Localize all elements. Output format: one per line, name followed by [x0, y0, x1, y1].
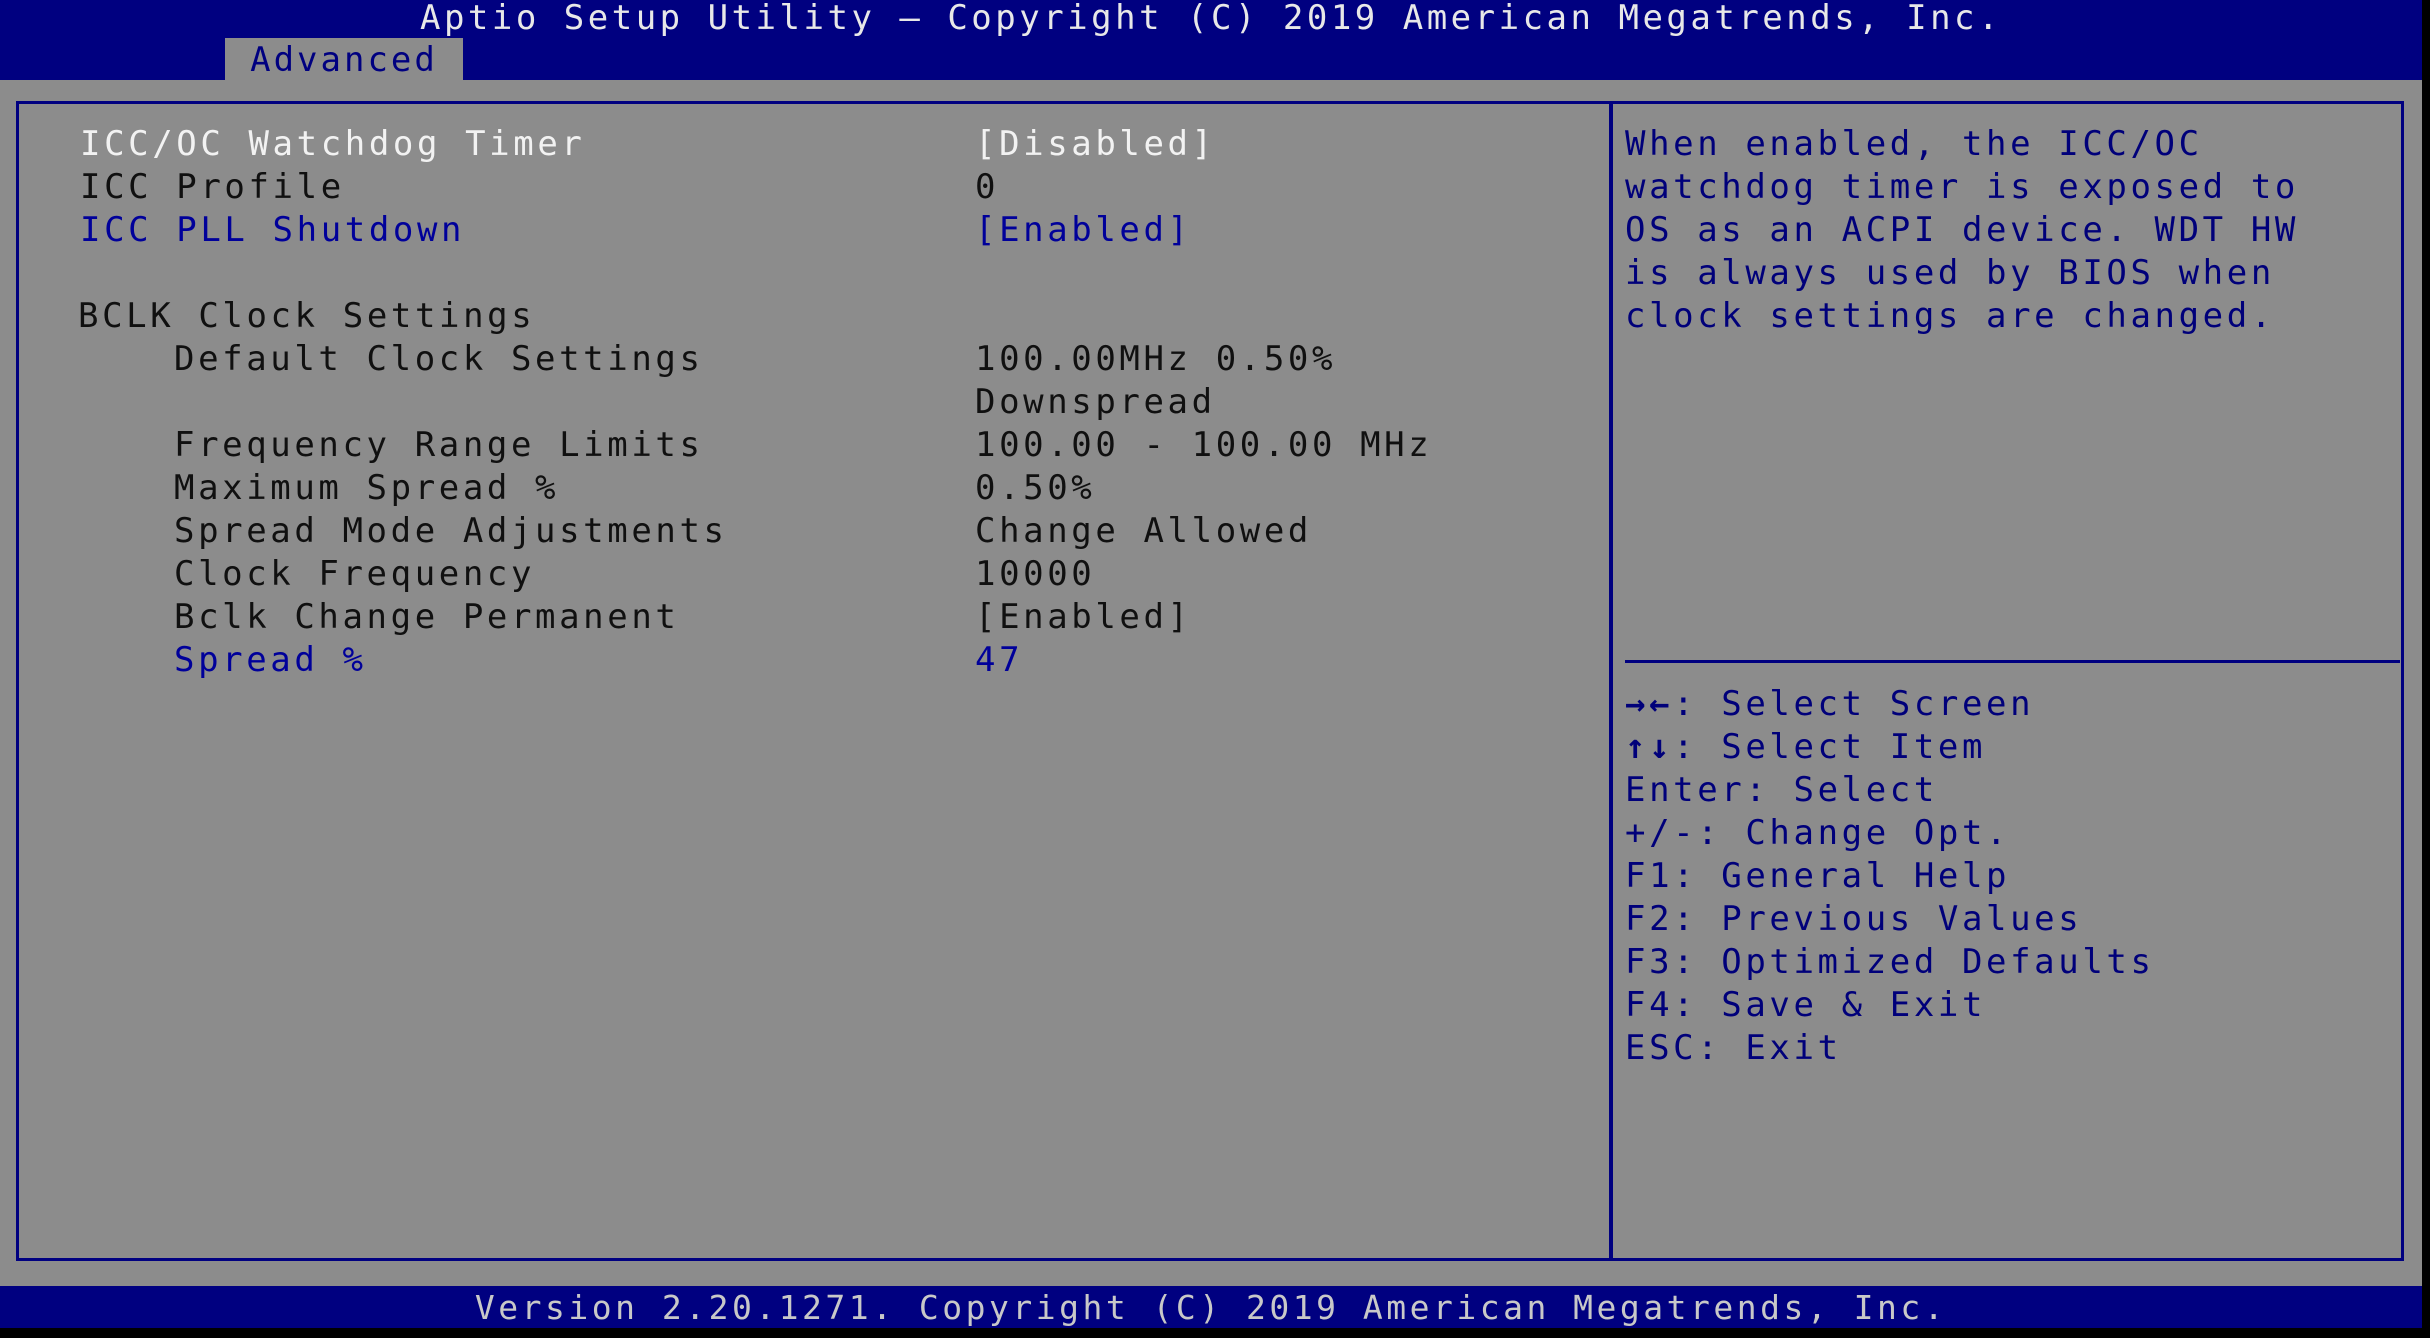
bios-screen: Aptio Setup Utility – Copyright (C) 2019…: [0, 0, 2422, 1328]
setting-bclk-change-permanent-label: Bclk Change Permanent: [174, 597, 680, 637]
setting-icc-pll-shutdown-label[interactable]: ICC PLL Shutdown: [80, 210, 465, 250]
setting-frequency-range-limits-label: Frequency Range Limits: [174, 425, 704, 465]
key-hint-select-item: ↑↓: Select Item: [1625, 727, 1987, 767]
setting-spread-mode-adjustments-value: Change Allowed: [975, 511, 1312, 551]
footer-bar: Version 2.20.1271. Copyright (C) 2019 Am…: [0, 1286, 2422, 1328]
help-line: OS as an ACPI device. WDT HW: [1625, 210, 2299, 250]
key-hint-f4: F4: Save & Exit: [1625, 985, 1987, 1025]
key-hint-f2: F2: Previous Values: [1625, 899, 2083, 939]
key-hint-select-screen: →←: Select Screen: [1625, 684, 2035, 724]
setting-spread-percent-label[interactable]: Spread %: [174, 640, 367, 680]
help-line: is always used by BIOS when: [1625, 253, 2275, 293]
utility-title: Aptio Setup Utility – Copyright (C) 2019…: [419, 0, 2002, 38]
version-copyright: Version 2.20.1271. Copyright (C) 2019 Am…: [474, 1288, 1948, 1327]
key-hint-esc: ESC: Exit: [1625, 1028, 1842, 1068]
setting-icc-oc-watchdog-timer-label[interactable]: ICC/OC Watchdog Timer: [80, 124, 585, 164]
setting-bclk-change-permanent-value: [Enabled]: [975, 597, 1192, 637]
setting-icc-profile-value: 0: [975, 167, 1000, 207]
help-line: When enabled, the ICC/OC: [1625, 124, 2203, 164]
key-hint-f3: F3: Optimized Defaults: [1625, 942, 2155, 982]
arrow-left-right-icon: →←: [1625, 684, 1674, 724]
setting-icc-oc-watchdog-timer-value[interactable]: [Disabled]: [975, 124, 1216, 164]
setting-maximum-spread-value: 0.50%: [975, 468, 1096, 508]
help-line: clock settings are changed.: [1625, 296, 2275, 336]
setting-default-clock-settings-value-line2: Downspread: [975, 382, 1216, 422]
tab-advanced[interactable]: Advanced: [225, 38, 463, 80]
panel-divider: [1609, 101, 1613, 1261]
setting-maximum-spread-label: Maximum Spread %: [174, 468, 560, 508]
setting-default-clock-settings-value: 100.00MHz 0.50%: [975, 339, 1337, 379]
header-bar: Aptio Setup Utility – Copyright (C) 2019…: [0, 0, 2422, 80]
key-hint-enter: Enter: Select: [1625, 770, 1938, 810]
arrow-up-down-icon: ↑↓: [1625, 727, 1674, 767]
key-hint-f1: F1: General Help: [1625, 856, 2011, 896]
key-hint-change-opt: +/-: Change Opt.: [1625, 813, 2011, 853]
setting-clock-frequency-value: 10000: [975, 554, 1096, 594]
setting-frequency-range-limits-value: 100.00 - 100.00 MHz: [975, 425, 1433, 465]
setting-icc-pll-shutdown-value[interactable]: [Enabled]: [975, 210, 1192, 250]
help-separator: [1625, 660, 2400, 663]
section-heading-bclk-clock-settings: BCLK Clock Settings: [78, 296, 536, 336]
help-line: watchdog timer is exposed to: [1625, 167, 2299, 207]
setting-icc-profile-label: ICC Profile: [80, 167, 345, 207]
setting-spread-mode-adjustments-label: Spread Mode Adjustments: [174, 511, 728, 551]
setting-clock-frequency-label: Clock Frequency: [174, 554, 536, 594]
setting-spread-percent-value[interactable]: 47: [975, 640, 1023, 680]
setting-default-clock-settings-label: Default Clock Settings: [174, 339, 704, 379]
